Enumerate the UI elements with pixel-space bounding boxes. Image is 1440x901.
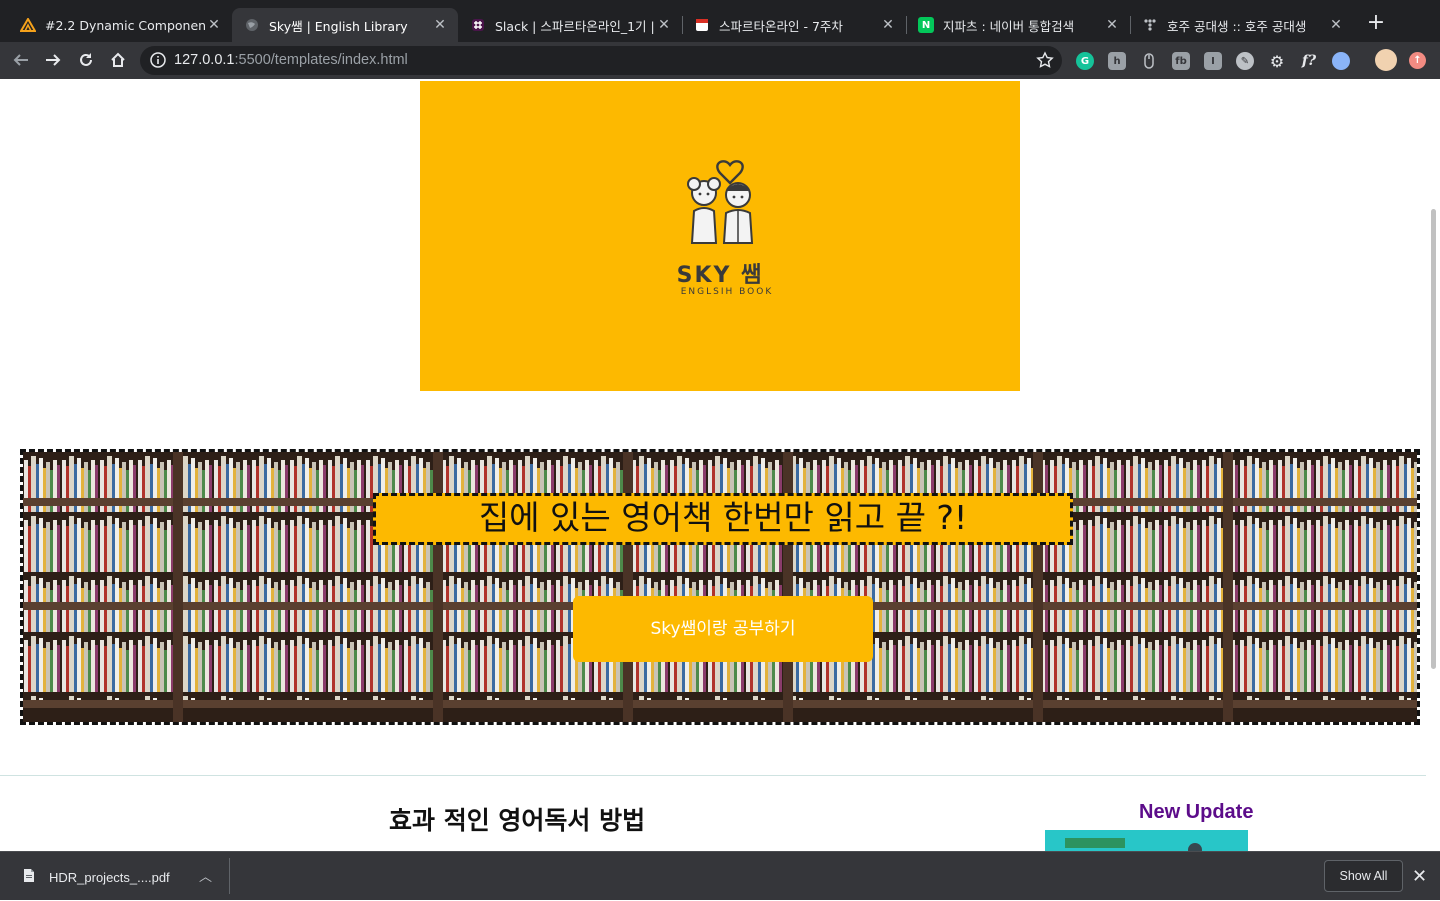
bar-extension-icon[interactable]: I (1204, 52, 1222, 70)
file-icon (23, 868, 35, 887)
close-icon[interactable]: ✕ (880, 17, 896, 33)
url-path: :5500/templates/index.html (234, 52, 408, 68)
tab-title: 지파츠 : 네이버 통합검색 (943, 18, 1075, 34)
calendar-icon (694, 17, 710, 33)
url-host: 127.0.0.1 (174, 52, 235, 68)
reload-icon (80, 53, 92, 66)
arrow-left-icon (13, 54, 28, 66)
section-divider (0, 775, 1426, 776)
new-tab-button[interactable]: + (1364, 12, 1388, 36)
url-text: 127.0.0.1:5500/templates/index.html (174, 52, 408, 68)
download-item[interactable]: HDR_projects_....pdf ︿ (0, 852, 229, 901)
book-cover-image[interactable] (1045, 830, 1248, 851)
forward-button[interactable] (41, 48, 65, 72)
bookmark-star-icon[interactable] (1036, 51, 1054, 73)
circle-extension-icon[interactable] (1332, 52, 1350, 70)
back-button[interactable] (9, 48, 33, 72)
hero-banner: 집에 있는 영어책 한번만 읽고 끝 ?! Sky쌤이랑 공부하기 (20, 449, 1420, 725)
study-with-sky-button[interactable]: Sky쌤이랑 공부하기 (573, 596, 873, 662)
download-file-name: HDR_projects_....pdf (49, 870, 170, 885)
tab-title: 호주 공대생 :: 호주 공대생 (1167, 18, 1307, 34)
vertical-scrollbar[interactable] (1426, 79, 1440, 851)
tab-title: #2.2 Dynamic Component G (45, 17, 206, 33)
download-bar: HDR_projects_....pdf ︿ Show All ✕ (0, 851, 1440, 900)
tab-tistory-blog[interactable]: 호주 공대생 :: 호주 공대생 ✕ (1130, 8, 1354, 42)
logo-title: SKY 쌤 (676, 263, 764, 288)
mouse-extension-icon[interactable] (1140, 52, 1158, 70)
arrow-right-icon (46, 54, 61, 66)
tab-title: Slack | 스파르타온라인_1기 | Sp (495, 18, 656, 34)
hero-headline: 집에 있는 영어책 한번만 읽고 끝 ?! (373, 493, 1073, 545)
update-icon[interactable]: ↑ (1409, 52, 1426, 69)
globe-icon (244, 17, 260, 33)
tab-sparta-online[interactable]: 스파르타온라인 - 7주차 ✕ (682, 8, 906, 42)
logo-banner: SKY 쌤 ENGLSIH BOOK (420, 81, 1020, 391)
page-viewport: SKY 쌤 ENGLSIH BOOK 집에 있는 영어책 한번만 읽고 끝 ?!… (0, 79, 1426, 851)
address-bar[interactable]: 127.0.0.1:5500/templates/index.html (140, 46, 1062, 75)
avatar[interactable] (1375, 49, 1397, 71)
slack-icon (470, 17, 486, 33)
pen-extension-icon[interactable]: ✎ (1236, 52, 1254, 70)
reload-button[interactable] (74, 48, 98, 72)
browser-toolbar: 127.0.0.1:5500/templates/index.html G h … (0, 42, 1440, 79)
naver-icon: N (918, 17, 934, 33)
show-all-button[interactable]: Show All (1324, 860, 1403, 892)
chevron-up-icon[interactable]: ︿ (199, 866, 212, 885)
grammarly-extension-icon[interactable]: G (1076, 52, 1094, 70)
font-extension-icon[interactable]: f? (1300, 52, 1318, 70)
close-icon[interactable]: ✕ (1412, 866, 1427, 887)
couple-heart-icon (687, 160, 754, 244)
close-icon[interactable]: ✕ (1328, 17, 1344, 33)
tab-sky-english-library[interactable]: Sky쌤 | English Library ✕ (232, 8, 458, 42)
tistory-icon (1142, 17, 1158, 33)
close-icon[interactable]: ✕ (206, 17, 222, 33)
close-icon[interactable]: ✕ (432, 17, 448, 33)
tab-naver-search[interactable]: N 지파츠 : 네이버 통합검색 ✕ (906, 8, 1130, 42)
extension-puzzle-icon[interactable]: h (1108, 52, 1126, 70)
tab-title: Sky쌤 | English Library (269, 18, 408, 34)
fb-extension-icon[interactable]: fb (1172, 52, 1190, 70)
new-update-heading: New Update (1139, 801, 1254, 823)
section-title: 효과 적인 영어독서 방법 (389, 806, 646, 835)
tab-slack[interactable]: Slack | 스파르타온라인_1기 | Sp ✕ (458, 8, 682, 42)
tab-dynamic-component[interactable]: #2.2 Dynamic Component G ✕ (8, 8, 232, 42)
info-icon[interactable] (150, 52, 166, 72)
tab-strip: #2.2 Dynamic Component G ✕ Sky쌤 | Englis… (0, 0, 1440, 42)
gear-icon[interactable]: ⚙ (1268, 52, 1286, 71)
close-icon[interactable]: ✕ (656, 17, 672, 33)
home-button[interactable] (106, 48, 130, 72)
home-icon (111, 52, 125, 67)
close-icon[interactable]: ✕ (1104, 17, 1120, 33)
nomad-icon (20, 17, 36, 33)
download-divider (229, 858, 230, 894)
logo-subtitle: ENGLSIH BOOK (680, 287, 774, 297)
tab-title: 스파르타온라인 - 7주차 (719, 18, 843, 34)
scrollbar-thumb[interactable] (1431, 209, 1436, 669)
